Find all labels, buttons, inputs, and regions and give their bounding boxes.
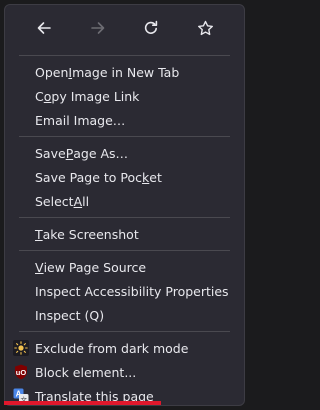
menu-item-inspect-accessibility[interactable]: Inspect Accessibility Properties (5, 279, 244, 303)
menu-item-save-to-pocket[interactable]: Save Page to Poc k et (5, 165, 244, 189)
arrow-left-icon (37, 22, 51, 34)
reload-button[interactable] (133, 12, 169, 44)
context-menu: Open Image in New Tab Co py Image Link Em… (4, 4, 245, 406)
menu-item-copy-image-link[interactable]: Co py Image Link (5, 84, 244, 108)
menu-item-open-image-new-tab[interactable]: Open Image in New Tab (5, 60, 244, 84)
menu-item-take-screenshot[interactable]: Take Screenshot (5, 222, 244, 246)
ublock-shield-icon: uO (13, 364, 29, 380)
separator (19, 331, 230, 332)
separator (19, 136, 230, 137)
red-progress-bar (4, 401, 161, 405)
menu-item-exclude-dark-mode[interactable]: Exclude from dark mode (5, 336, 244, 360)
forward-button[interactable] (80, 12, 116, 44)
separator (19, 55, 230, 56)
navigation-row (5, 5, 244, 51)
dark-reader-icon (13, 340, 29, 356)
separator (19, 217, 230, 218)
svg-text:uO: uO (16, 368, 27, 377)
menu-item-view-page-source[interactable]: View Page Source (5, 255, 244, 279)
menu-item-email-image[interactable]: Email Image… (5, 108, 244, 132)
separator (19, 250, 230, 251)
reload-icon (145, 20, 158, 34)
back-button[interactable] (26, 12, 62, 44)
star-icon (197, 20, 213, 35)
menu-item-save-page-as[interactable]: Save Page As… (5, 141, 244, 165)
menu-item-select-all[interactable]: Select All (5, 189, 244, 213)
bookmark-button[interactable] (187, 12, 223, 44)
arrow-right-icon (90, 22, 104, 34)
menu-item-block-element[interactable]: uO Block element... (5, 360, 244, 384)
menu-item-inspect[interactable]: Inspect (Q) (5, 303, 244, 327)
